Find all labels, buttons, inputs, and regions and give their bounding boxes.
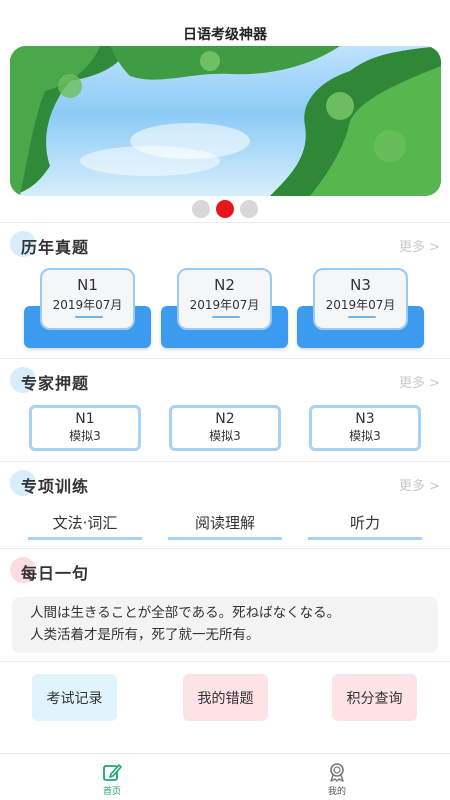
pagination-dot[interactable] [192,200,210,218]
points-query-button[interactable]: 积分查询 [332,674,417,721]
pagination-dot-active[interactable] [216,200,234,218]
exam-card-n3[interactable]: N3 2019年07月 [297,268,424,348]
tab-mine[interactable]: 我的 [307,762,367,797]
exam-level: N1 [77,276,98,294]
bottom-tab-bar: 首页 我的 [0,753,450,800]
exam-date: 2019年07月 [189,298,260,312]
expert-sub: 模拟3 [69,429,101,443]
exam-card-n2[interactable]: N2 2019年07月 [161,268,288,348]
exam-records-button[interactable]: 考试记录 [32,674,117,721]
card-underline [75,316,103,318]
expert-sub: 模拟3 [349,429,381,443]
section-title: 专项训练 [21,477,90,496]
section-past-exams-header: 历年真题 更多 > [0,230,450,260]
section-title: 每日一句 [21,564,90,583]
section-training-header: 专项训练 更多 > [0,469,450,499]
tab-label: 首页 [102,787,121,797]
exam-date: 2019年07月 [52,298,123,312]
quote-japanese: 人間は生きることが全部である。死ねばなくなる。 [30,605,341,621]
expert-level: N1 [75,411,95,427]
more-link[interactable]: 更多 > [399,475,440,494]
divider [0,548,450,549]
section-title: 专家押题 [21,374,90,393]
banner-pagination [0,200,450,218]
medal-icon [330,763,344,782]
wrong-questions-button[interactable]: 我的错题 [183,674,268,721]
pagination-dot[interactable] [240,200,258,218]
exam-date: 2019年07月 [325,298,396,312]
training-grammar-vocab[interactable]: 文法·词汇 [28,512,142,540]
banner-foliage [10,46,441,196]
edit-icon [103,764,122,781]
exam-level: N2 [214,276,235,294]
expert-card-n1[interactable]: N1 模拟3 [29,405,141,451]
expert-sub: 模拟3 [209,429,241,443]
card-face: N2 2019年07月 [177,268,272,330]
more-link[interactable]: 更多 > [399,372,440,391]
training-listening[interactable]: 听力 [308,512,422,540]
expert-level: N2 [215,411,235,427]
divider [0,222,450,223]
card-face: N3 2019年07月 [313,268,408,330]
section-expert-header: 专家押题 更多 > [0,366,450,396]
tab-home[interactable]: 首页 [82,762,142,797]
card-underline [212,316,240,318]
divider [0,358,450,359]
tab-label: 我的 [327,787,346,797]
daily-quote: 人間は生きることが全部である。死ねばなくなる。 人类活着才是所有，死了就一无所有… [12,597,438,653]
more-link[interactable]: 更多 > [399,236,440,255]
training-reading[interactable]: 阅读理解 [168,512,282,540]
app-title: 日语考级神器 [183,27,267,43]
divider [0,661,450,662]
section-title: 历年真题 [21,238,90,257]
exam-card-n1[interactable]: N1 2019年07月 [24,268,151,348]
expert-card-n2[interactable]: N2 模拟3 [169,405,281,451]
expert-level: N3 [355,411,375,427]
banner-image[interactable] [10,46,441,196]
quote-chinese: 人类活着才是所有，死了就一无所有。 [30,627,260,643]
section-daily-header: 每日一句 [0,556,450,586]
expert-card-n3[interactable]: N3 模拟3 [309,405,421,451]
card-underline [348,316,376,318]
exam-level: N3 [350,276,371,294]
divider [0,461,450,462]
card-face: N1 2019年07月 [40,268,135,330]
